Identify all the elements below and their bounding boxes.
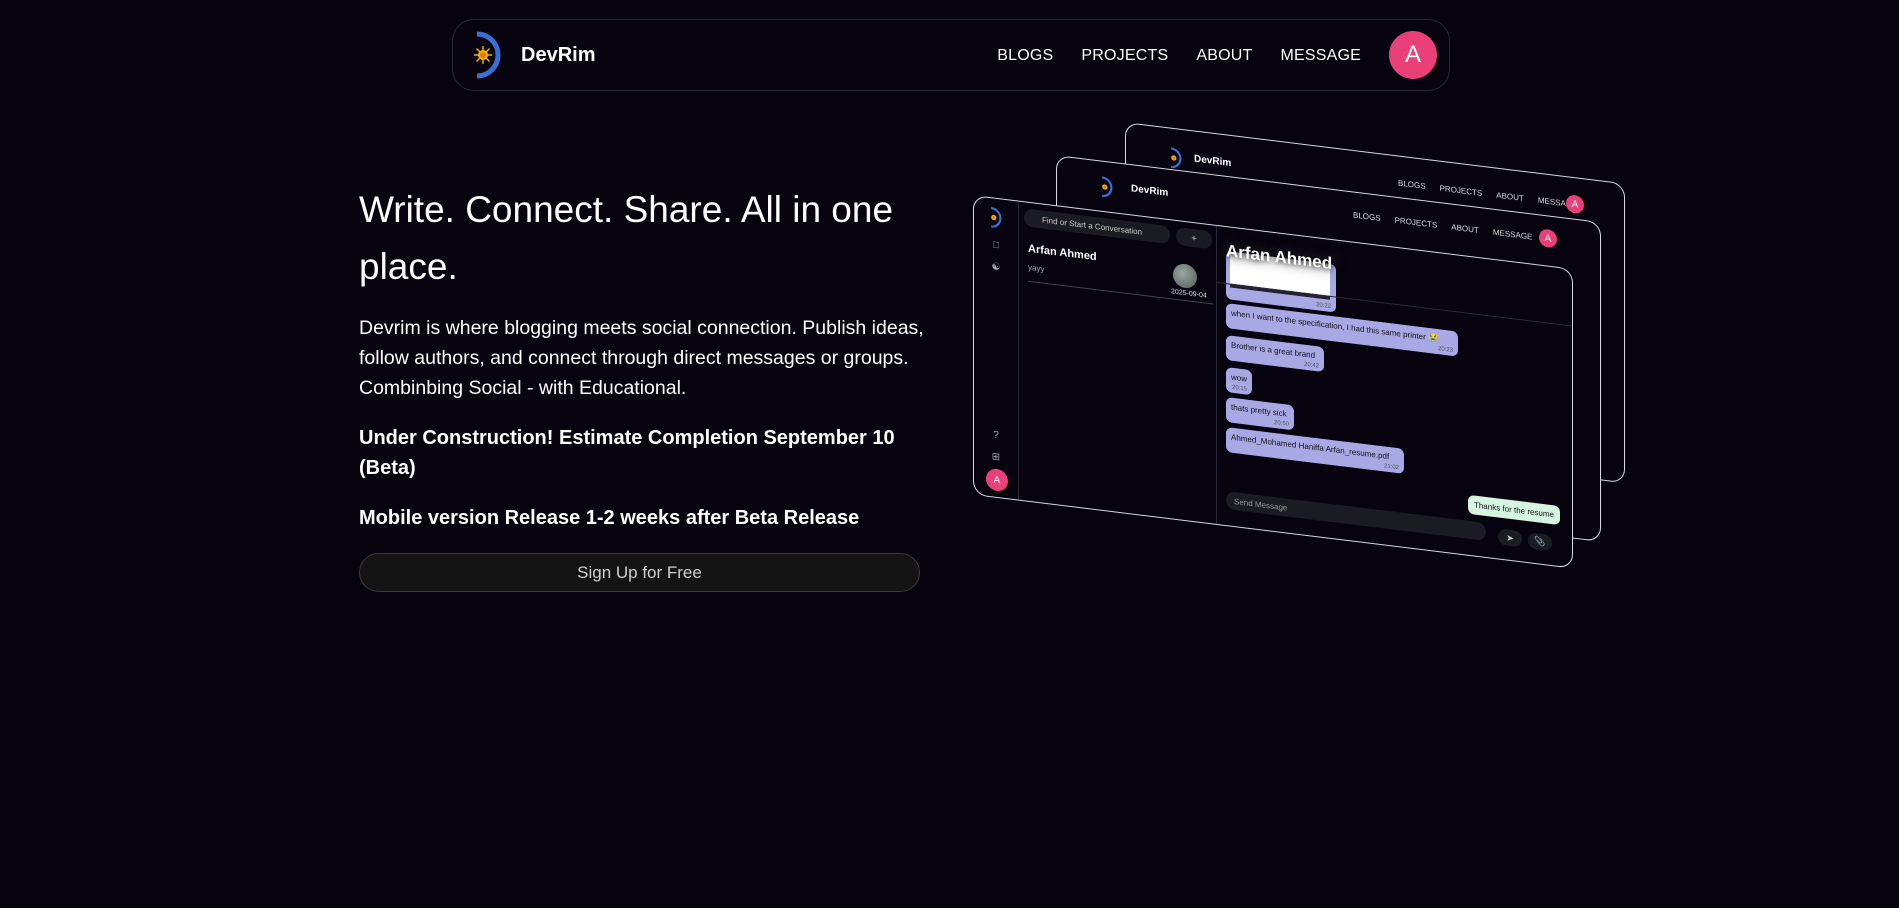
message-time: 21:02 xyxy=(1383,463,1399,472)
chat-panel: 20:22 Arfan Ahmed when I want to the spe… xyxy=(1216,226,1572,568)
conversation-last-message: yayy xyxy=(1028,262,1045,274)
mini-link-message: MESSAGE xyxy=(1492,227,1533,242)
nav-links: BLOGS PROJECTS ABOUT MESSAGE xyxy=(997,47,1361,65)
mini-avatar: A xyxy=(1539,228,1557,249)
message-text: Brother is a great brand xyxy=(1231,340,1316,360)
message-text: thats pretty sick xyxy=(1231,402,1287,419)
mini-link-projects: PROJECTS xyxy=(1439,183,1483,198)
top-navbar: DevRim BLOGS PROJECTS ABOUT MESSAGE A xyxy=(452,19,1450,91)
my-message-bubble: Thanks for the resume xyxy=(1467,494,1560,526)
hero-title: Write. Connect. Share. All in one place. xyxy=(359,189,894,287)
conversation-list: Find or Start a Conversation + Arfan Ahm… xyxy=(1018,201,1217,524)
preview-sidebar: □ ☯ ? ⊞ A xyxy=(974,196,1019,500)
devrim-logo-icon[interactable] xyxy=(471,30,505,80)
message-time: 20:22 xyxy=(1315,302,1331,310)
mobile-release-notice: Mobile version Release 1-2 weeks after B… xyxy=(359,507,860,529)
nav-link-blogs[interactable]: BLOGS xyxy=(997,47,1053,65)
devrim-logo-icon xyxy=(1102,176,1113,198)
message-bubble: wow 20:15 xyxy=(1226,367,1252,396)
conversation-name: Arfan Ahmed xyxy=(1028,242,1097,264)
attachment-icon: 📎 xyxy=(1528,532,1552,552)
person-icon: ☯ xyxy=(991,260,1001,273)
message-text: wow xyxy=(1231,372,1248,384)
message-bubble: thats pretty sick 20:50 xyxy=(1226,397,1294,431)
nav-link-projects[interactable]: PROJECTS xyxy=(1081,47,1168,65)
message-bubble: Brother is a great brand 20:42 xyxy=(1226,335,1324,373)
sidebar-avatar: A xyxy=(986,467,1008,493)
message-time: 20:42 xyxy=(1303,361,1319,370)
hero-description: Devrim is where blogging meets social co… xyxy=(359,317,924,399)
user-avatar[interactable]: A xyxy=(1389,31,1437,79)
mini-brand: DevRim xyxy=(1131,183,1169,199)
send-icon: ➤ xyxy=(1498,528,1522,548)
add-contact-button: + xyxy=(1176,226,1212,250)
mini-link-about: ABOUT xyxy=(1496,190,1524,203)
mini-link-blogs: BLOGS xyxy=(1353,210,1381,223)
mini-brand: DevRim xyxy=(1194,153,1232,170)
mini-link-projects: PROJECTS xyxy=(1394,215,1438,230)
message-bubble: Ahmed_Mohamed Haniffa Arfan_resume.pdf 2… xyxy=(1226,427,1404,474)
nav-link-about[interactable]: ABOUT xyxy=(1196,47,1252,65)
message-text: Ahmed_Mohamed Haniffa Arfan_resume.pdf xyxy=(1231,432,1390,462)
help-icon: ? xyxy=(993,428,999,441)
construction-notice: Under Construction! Estimate Completion … xyxy=(359,427,895,479)
mini-link-blogs: BLOGS xyxy=(1398,178,1426,191)
contact-avatar xyxy=(1173,262,1197,290)
mini-nav-links: BLOGS PROJECTS ABOUT MESSAGE xyxy=(1353,210,1532,241)
apps-grid-icon: ⊞ xyxy=(991,450,1001,463)
message-time: 20:23 xyxy=(1437,346,1453,354)
message-text: when I want to the specification, I had … xyxy=(1231,308,1438,344)
devrim-logo-icon xyxy=(991,206,1002,228)
devrim-logo-icon xyxy=(1171,147,1182,169)
app-preview-stack: DevRim BLOGS PROJECTS ABOUT MESSAGE A De… xyxy=(960,110,1660,590)
brand-name[interactable]: DevRim xyxy=(521,44,595,67)
signup-button[interactable]: Sign Up for Free xyxy=(359,553,920,592)
message-time: 20:50 xyxy=(1273,419,1289,428)
mini-avatar: A xyxy=(1566,194,1584,215)
message-time: 20:15 xyxy=(1231,384,1247,393)
chat-icon: □ xyxy=(992,238,1000,251)
message-input: Send Message xyxy=(1226,491,1486,541)
nav-link-message[interactable]: MESSAGE xyxy=(1280,47,1361,65)
mini-link-about: ABOUT xyxy=(1451,222,1479,235)
